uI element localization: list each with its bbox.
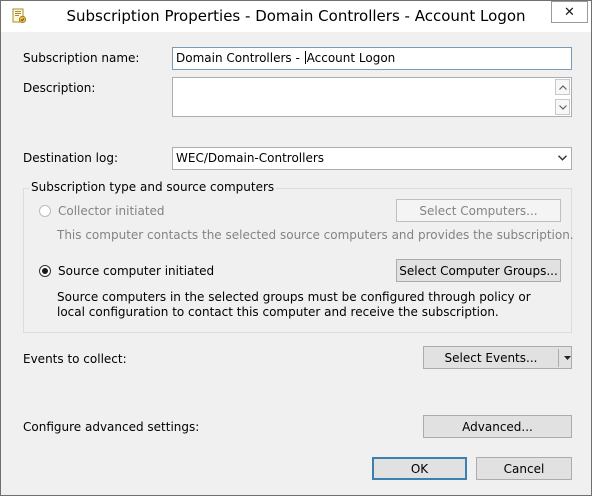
advanced-settings-label: Configure advanced settings: <box>23 420 200 434</box>
destination-log-label: Destination log: <box>23 151 119 165</box>
events-to-collect-label: Events to collect: <box>23 352 127 366</box>
source-initiated-radio[interactable] <box>39 265 51 277</box>
description-scrollbar[interactable] <box>555 79 570 117</box>
subscription-name-value-start: Domain Controllers - <box>176 51 304 65</box>
chevron-down-icon[interactable] <box>561 347 573 369</box>
select-events-split-button[interactable]: Select Events... <box>423 346 572 369</box>
destination-log-value: WEC/Domain-Controllers <box>176 151 325 165</box>
scroll-down-icon[interactable] <box>555 99 570 115</box>
collector-initiated-radio[interactable] <box>39 205 51 217</box>
dialog-body: Subscription name: Domain Controllers - … <box>1 32 591 495</box>
subscription-name-input[interactable]: Domain Controllers - Account Logon <box>172 47 572 70</box>
select-computers-button[interactable]: Select Computers... <box>396 199 561 222</box>
window-title: Subscription Properties - Domain Control… <box>66 7 526 25</box>
text-cursor <box>304 51 306 64</box>
description-label: Description: <box>23 81 96 95</box>
subscription-properties-dialog: Subscription Properties - Domain Control… <box>0 0 592 496</box>
collector-initiated-label: Collector initiated <box>58 204 165 218</box>
ok-button[interactable]: OK <box>372 457 467 480</box>
destination-log-select[interactable]: WEC/Domain-Controllers <box>172 147 572 170</box>
chevron-down-icon <box>557 152 567 164</box>
cancel-button[interactable]: Cancel <box>476 457 572 480</box>
select-events-button[interactable]: Select Events... <box>424 351 558 365</box>
description-textarea[interactable] <box>172 77 572 117</box>
source-initiated-label: Source computer initiated <box>58 264 215 278</box>
select-computer-groups-button[interactable]: Select Computer Groups... <box>396 259 561 282</box>
close-icon: ✕ <box>564 4 575 20</box>
scroll-up-icon[interactable] <box>555 79 570 95</box>
radio-selected-dot <box>42 268 48 274</box>
subscription-name-value-end: Account Logon <box>306 51 396 65</box>
source-initiated-description-line1: Source computers in the selected groups … <box>57 290 531 304</box>
collector-initiated-description: This computer contacts the selected sour… <box>57 228 574 242</box>
source-initiated-description-line2: local configuration to contact this comp… <box>57 305 499 319</box>
subscription-type-group-title: Subscription type and source computers <box>29 180 277 194</box>
split-separator <box>558 349 559 367</box>
subscription-name-label: Subscription name: <box>23 51 140 65</box>
advanced-button[interactable]: Advanced... <box>423 415 572 438</box>
close-button[interactable]: ✕ <box>551 1 588 23</box>
title-bar: Subscription Properties - Domain Control… <box>1 1 591 32</box>
